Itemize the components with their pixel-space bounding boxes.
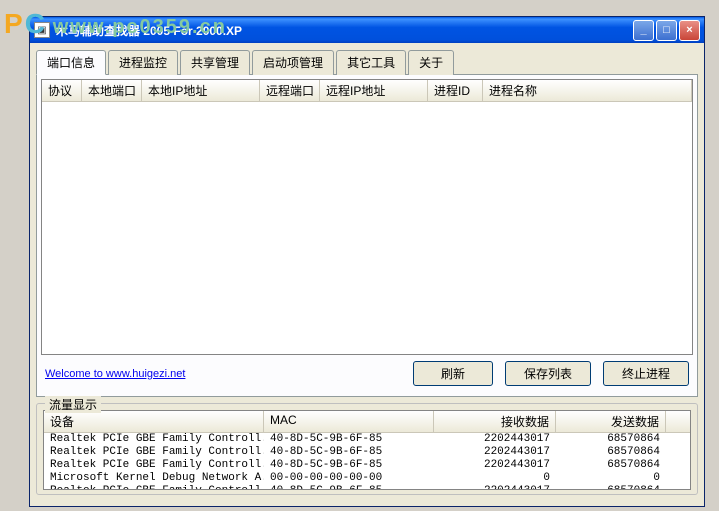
traffic-row[interactable]: Realtek PCIe GBE Family Controll...40-8D… xyxy=(44,433,690,446)
traffic-header: 设备 MAC 接收数据 发送数据 xyxy=(44,411,690,433)
tab-content: 协议 本地端口 本地IP地址 远程端口 远程IP地址 进程ID 进程名称 Wel… xyxy=(36,75,698,397)
kill-process-button[interactable]: 终止进程 xyxy=(603,361,689,386)
col-local-port[interactable]: 本地端口 xyxy=(82,80,142,101)
col-remote-ip[interactable]: 远程IP地址 xyxy=(320,80,428,101)
tab-startup-manage[interactable]: 启动项管理 xyxy=(252,50,334,75)
traffic-legend: 流量显示 xyxy=(45,396,101,413)
col-remote-port[interactable]: 远程端口 xyxy=(260,80,320,101)
traffic-row[interactable]: Microsoft Kernel Debug Network A...00-00… xyxy=(44,472,690,485)
refresh-button[interactable]: 刷新 xyxy=(413,361,493,386)
port-list-body[interactable] xyxy=(42,102,692,354)
tab-about[interactable]: 关于 xyxy=(408,50,454,75)
tab-other-tools[interactable]: 其它工具 xyxy=(336,50,406,75)
maximize-button[interactable]: □ xyxy=(656,20,677,41)
col-local-ip[interactable]: 本地IP地址 xyxy=(142,80,260,101)
traffic-row[interactable]: Realtek PCIe GBE Family Controll...40-8D… xyxy=(44,485,690,489)
tcol-tx[interactable]: 发送数据 xyxy=(556,411,666,432)
traffic-table[interactable]: 设备 MAC 接收数据 发送数据 Realtek PCIe GBE Family… xyxy=(43,410,691,490)
window-controls: _ □ × xyxy=(633,20,700,41)
traffic-body[interactable]: Realtek PCIe GBE Family Controll...40-8D… xyxy=(44,433,690,489)
traffic-row[interactable]: Realtek PCIe GBE Family Controll...40-8D… xyxy=(44,459,690,472)
tcol-rx[interactable]: 接收数据 xyxy=(434,411,556,432)
tcol-device[interactable]: 设备 xyxy=(44,411,264,432)
bottom-bar: Welcome to www.huigezi.net 刷新 保存列表 终止进程 xyxy=(41,355,693,392)
titlebar[interactable]: ▣ 木马辅助查找器 2005 For 2000.XP _ □ × xyxy=(30,17,704,43)
col-process-id[interactable]: 进程ID xyxy=(428,80,483,101)
close-button[interactable]: × xyxy=(679,20,700,41)
tab-port-info[interactable]: 端口信息 xyxy=(36,50,106,75)
col-process-name[interactable]: 进程名称 xyxy=(483,80,692,101)
tabs-container: 端口信息 进程监控 共享管理 启动项管理 其它工具 关于 协议 本地端口 本地I… xyxy=(36,49,698,397)
tcol-mac[interactable]: MAC xyxy=(264,411,434,432)
tab-strip: 端口信息 进程监控 共享管理 启动项管理 其它工具 关于 xyxy=(36,49,698,75)
tab-process-monitor[interactable]: 进程监控 xyxy=(108,50,178,75)
welcome-link[interactable]: Welcome to www.huigezi.net xyxy=(45,368,185,380)
tab-share-manage[interactable]: 共享管理 xyxy=(180,50,250,75)
col-protocol[interactable]: 协议 xyxy=(42,80,82,101)
app-icon: ▣ xyxy=(34,22,50,38)
traffic-group: 流量显示 设备 MAC 接收数据 发送数据 Realtek PCIe GBE F… xyxy=(36,403,698,495)
window-title: 木马辅助查找器 2005 For 2000.XP xyxy=(56,22,633,39)
port-list-header: 协议 本地端口 本地IP地址 远程端口 远程IP地址 进程ID 进程名称 xyxy=(42,80,692,102)
traffic-row[interactable]: Realtek PCIe GBE Family Controll...40-8D… xyxy=(44,446,690,459)
main-window: ▣ 木马辅助查找器 2005 For 2000.XP _ □ × 端口信息 进程… xyxy=(29,16,705,507)
port-list[interactable]: 协议 本地端口 本地IP地址 远程端口 远程IP地址 进程ID 进程名称 xyxy=(41,79,693,355)
minimize-button[interactable]: _ xyxy=(633,20,654,41)
client-area: 端口信息 进程监控 共享管理 启动项管理 其它工具 关于 协议 本地端口 本地I… xyxy=(30,43,704,506)
save-list-button[interactable]: 保存列表 xyxy=(505,361,591,386)
